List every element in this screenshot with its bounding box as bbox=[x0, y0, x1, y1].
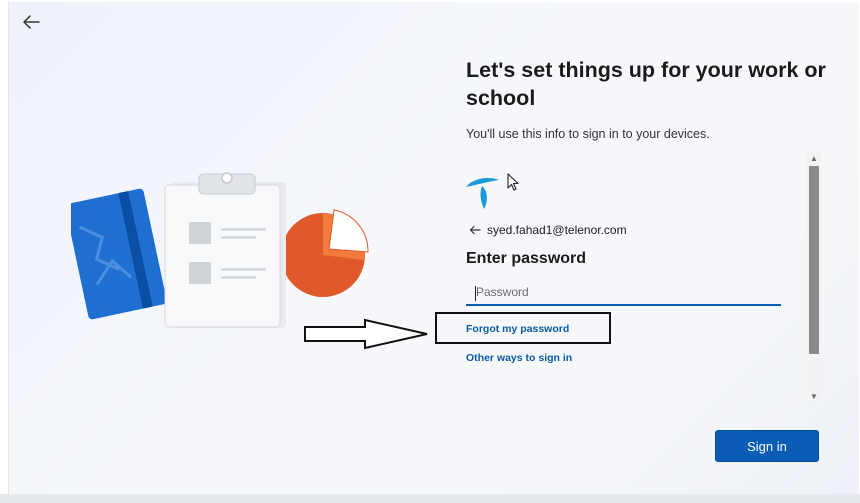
text-caret bbox=[475, 286, 476, 301]
sign-in-button[interactable]: Sign in bbox=[715, 430, 819, 462]
mouse-cursor-icon bbox=[507, 173, 519, 191]
forgot-password-link[interactable]: Forgot my password bbox=[466, 323, 569, 335]
scrollbar[interactable]: ▲ ▼ bbox=[807, 152, 821, 402]
clipboard-icon bbox=[164, 172, 286, 328]
password-input[interactable] bbox=[466, 280, 781, 306]
scrollbar-thumb[interactable] bbox=[809, 166, 819, 354]
back-button[interactable] bbox=[17, 10, 45, 34]
scroll-up-icon[interactable]: ▲ bbox=[807, 152, 821, 164]
identity-banner[interactable]: syed.fahad1@telenor.com bbox=[469, 223, 627, 237]
page-subtitle: You'll use this info to sign in to your … bbox=[466, 127, 710, 141]
identity-email: syed.fahad1@telenor.com bbox=[487, 223, 627, 237]
pie-chart-icon bbox=[281, 209, 369, 297]
notebook-icon bbox=[71, 188, 167, 320]
setup-window: Let's set things up for your work or sch… bbox=[8, 2, 859, 494]
annotation-arrow-icon bbox=[304, 318, 428, 350]
bottom-edge bbox=[0, 494, 860, 503]
back-arrow-icon bbox=[469, 225, 481, 235]
scroll-down-icon[interactable]: ▼ bbox=[807, 390, 821, 402]
page-title: Let's set things up for your work or sch… bbox=[466, 58, 826, 110]
screen: Let's set things up for your work or sch… bbox=[0, 0, 860, 503]
other-ways-link[interactable]: Other ways to sign in bbox=[466, 352, 572, 364]
back-arrow-icon bbox=[23, 15, 40, 29]
password-heading: Enter password bbox=[466, 250, 587, 267]
telenor-logo-icon bbox=[466, 178, 499, 209]
setup-illustration bbox=[71, 172, 369, 328]
